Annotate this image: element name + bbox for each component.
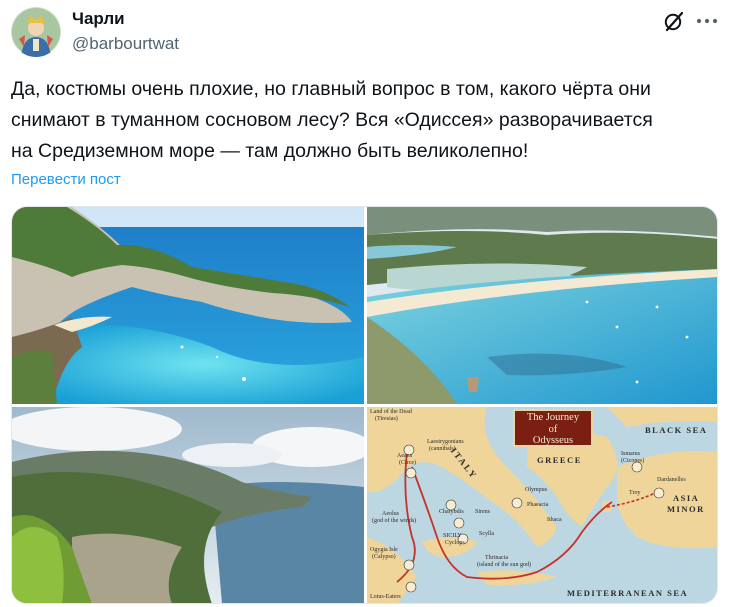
map-label-laestrygonians: Laestrygonians <box>427 439 464 445</box>
map-label-dardanelles: Dardanelles <box>657 477 686 483</box>
tweet-card: Чарли @barbourtwat Да, костюмы очень пло… <box>0 0 734 607</box>
map-label-sirens: Sirens <box>475 509 490 515</box>
map-label-troy: Troy <box>629 490 641 496</box>
map-label-scylla: Scylla <box>479 531 494 537</box>
map-label-cyclops: Cyclops <box>445 540 465 546</box>
map-label-lotus-eaters: Lotus-Eaters <box>370 594 401 600</box>
author-name[interactable]: Чарли <box>72 9 125 29</box>
map-label-olympus: Olympus <box>525 487 548 493</box>
avatar[interactable] <box>11 7 61 57</box>
map-label-cicones: (Cicones) <box>621 458 645 464</box>
more-dots-icon[interactable] <box>694 10 720 32</box>
map-label-mediterranean: MEDITERRANEAN SEA <box>567 588 689 598</box>
map-label-circe: (Circe) <box>399 460 416 466</box>
map-label-black-sea: BLACK SEA <box>645 425 708 435</box>
author-handle[interactable]: @barbourtwat <box>72 34 179 54</box>
map-label-phaeacia: Phaeacia <box>527 502 549 508</box>
map-label-ogygia: Ogygia Isle <box>370 547 398 553</box>
media-grid: The Journey of Odysseus Land of the Dead… <box>11 206 718 604</box>
photo-navagio-beach[interactable] <box>12 207 364 404</box>
map-label-sicily: SICILY <box>443 533 462 539</box>
map-label-asia: ASIA <box>673 493 700 503</box>
grok-icon[interactable] <box>663 10 685 32</box>
map-label-god-of-winds: (god of the winds) <box>372 518 417 524</box>
map-label-ismarus: Ismarus <box>621 451 640 457</box>
map-label-ithaca: Ithaca <box>547 517 562 523</box>
photo-coastal-mountains[interactable] <box>12 407 364 603</box>
map-label-thrinacia: Thrinacia <box>485 555 508 561</box>
photo-lagoon-beach[interactable] <box>367 207 717 404</box>
map-label-greece: GREECE <box>537 455 582 465</box>
map-label-charybdis: Charybdis <box>439 509 464 515</box>
map-label-tiresias: (Tiresias) <box>375 416 398 422</box>
map-label-calypso: (Calypso) <box>372 554 396 560</box>
map-label-minor: MINOR <box>667 504 705 514</box>
map-label-aeolus: Aeolus <box>382 511 399 517</box>
map-odysseus-journey[interactable]: The Journey of Odysseus Land of the Dead… <box>367 407 717 603</box>
tweet-text: Да, костюмы очень плохие, но главный воп… <box>11 78 653 162</box>
map-title: The Journey of Odysseus <box>513 409 593 447</box>
translate-post-link[interactable]: Перевести пост <box>11 171 121 188</box>
map-label-land-of-dead: Land of the Dead <box>370 409 412 415</box>
map-label-aeaea: Aeaea <box>397 453 412 459</box>
map-label-island-sun-god: (island of the sun god) <box>477 562 531 568</box>
